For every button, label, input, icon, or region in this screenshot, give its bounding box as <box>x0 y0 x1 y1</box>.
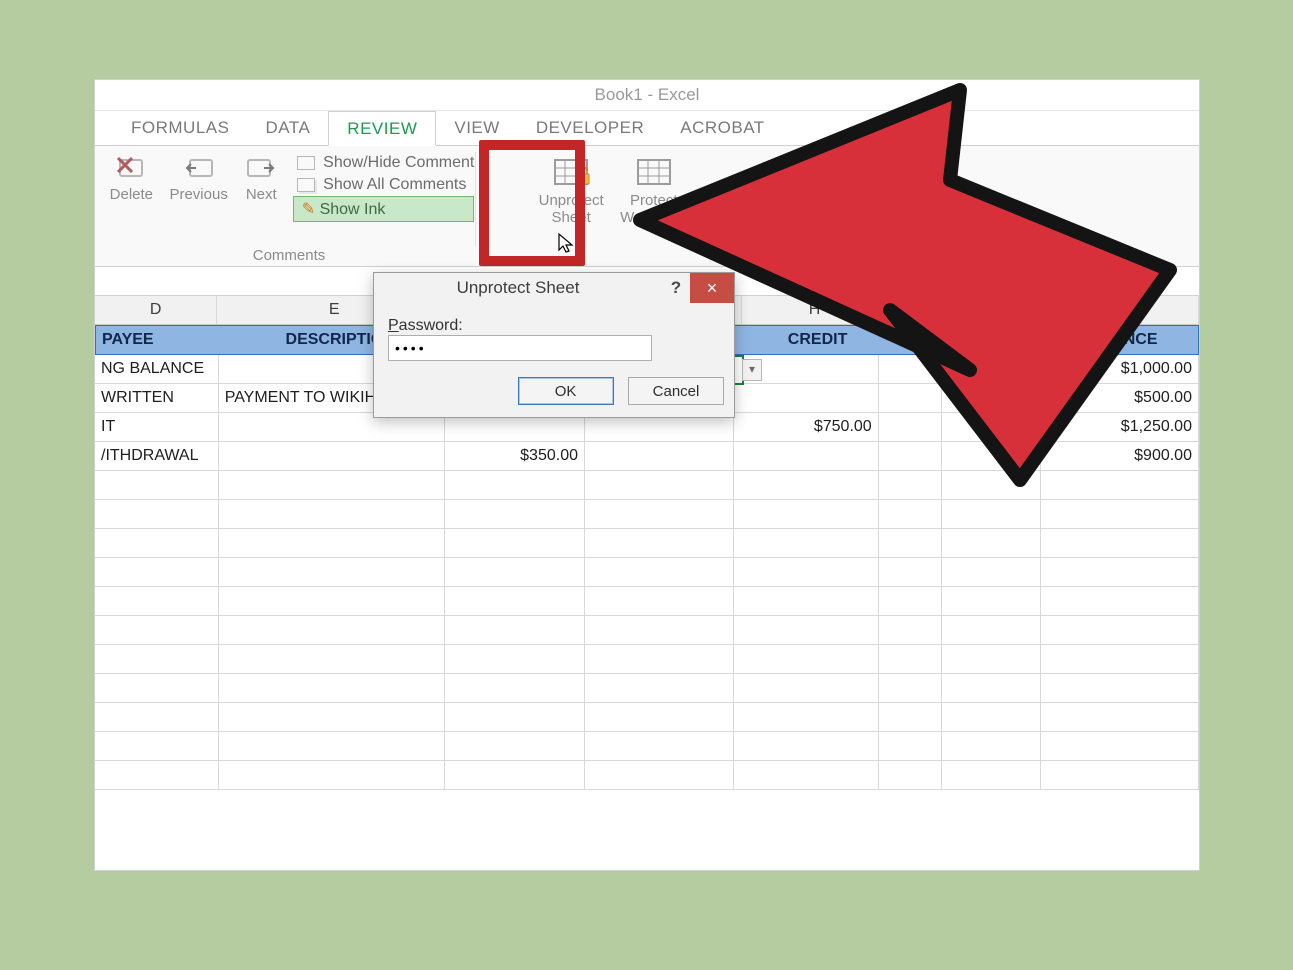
ribbon-group-changes: Unprotect Sheet Protect Workbook <box>483 152 743 246</box>
table-row[interactable] <box>95 587 1199 616</box>
cell[interactable]: /ITHDRAWAL <box>95 442 219 470</box>
password-label: PPassword:assword: <box>388 317 463 334</box>
protect-workbook-label-2: Workbook <box>620 209 687 226</box>
unprotect-sheet-label-2: Sheet <box>552 209 591 226</box>
cell[interactable]: NG BALANCE <box>95 355 219 383</box>
hdr-payee: PAYEE <box>96 326 223 354</box>
cell[interactable]: $750.00 <box>734 413 879 441</box>
ribbon: Delete Previous Next Show/Hide Comment S… <box>95 146 1199 267</box>
cell[interactable] <box>585 442 734 470</box>
cell[interactable]: $500.00 <box>1041 384 1199 412</box>
cell[interactable] <box>942 442 1041 470</box>
table-row[interactable]: /ITHDRAWAL $350.00 $900.00 <box>95 442 1199 471</box>
cell[interactable]: $1,250.00 <box>1041 413 1199 441</box>
next-comment-label: Next <box>246 186 277 203</box>
table-row[interactable] <box>95 703 1199 732</box>
tab-review[interactable]: REVIEW <box>328 111 436 146</box>
cell[interactable]: IT <box>95 413 219 441</box>
tab-data[interactable]: DATA <box>247 111 328 145</box>
cell[interactable] <box>734 384 879 412</box>
app-title: Book1 - Excel <box>95 80 1199 111</box>
table-row[interactable] <box>95 500 1199 529</box>
cell[interactable]: WRITTEN <box>95 384 219 412</box>
table-row[interactable] <box>95 645 1199 674</box>
protect-workbook-button[interactable]: Protect Workbook <box>614 152 693 228</box>
cell[interactable]: $350.00 <box>445 442 585 470</box>
dialog-titlebar[interactable]: Unprotect Sheet ? × <box>374 273 734 303</box>
excel-window: Book1 - Excel FORMULAS DATA REVIEW VIEW … <box>95 80 1199 870</box>
show-hide-comment-button[interactable]: Show/Hide Comment <box>293 152 475 174</box>
next-comment-icon <box>244 154 278 184</box>
next-comment-button[interactable]: Next <box>238 152 284 205</box>
cell[interactable] <box>734 442 879 470</box>
tab-developer[interactable]: DEVELOPER <box>518 111 662 145</box>
ribbon-group-comments: Delete Previous Next Show/Hide Comment S… <box>103 152 476 246</box>
col-header-D[interactable]: D <box>95 296 217 324</box>
cell[interactable] <box>942 413 1041 441</box>
previous-comment-icon <box>182 154 216 184</box>
table-row[interactable] <box>95 558 1199 587</box>
show-hide-comment-label: Show/Hide Comment <box>323 154 474 171</box>
table-row[interactable] <box>95 616 1199 645</box>
col-header-H[interactable]: H <box>742 296 887 324</box>
cell[interactable] <box>879 384 942 412</box>
col-header-J[interactable]: J <box>943 296 1038 324</box>
sheet-rows: NG BALANCE $1,000.00 WRITTEN PAYMENT TO … <box>95 355 1199 790</box>
unprotect-sheet-icon <box>549 154 593 190</box>
ok-button[interactable]: OK <box>518 377 614 405</box>
previous-comment-label: Previous <box>169 186 227 203</box>
hdr-income: INCOME <box>944 326 1038 354</box>
table-row[interactable] <box>95 761 1199 790</box>
show-all-comments-button[interactable]: Show All Comments <box>293 174 475 196</box>
dialog-help-button[interactable]: ? <box>662 278 690 298</box>
col-header-K[interactable]: K <box>1039 296 1199 324</box>
cell[interactable] <box>734 355 879 383</box>
tab-view[interactable]: VIEW <box>436 111 517 145</box>
protect-workbook-label-1: Protect <box>630 192 678 209</box>
cell[interactable]: $1,000.00 <box>1041 355 1199 383</box>
show-ink-label: Show Ink <box>320 201 386 218</box>
delete-comment-icon <box>114 154 148 184</box>
previous-comment-button[interactable]: Previous <box>163 152 233 205</box>
cell[interactable] <box>942 355 1041 383</box>
pen-icon: ✎ <box>302 201 315 218</box>
unprotect-sheet-label-1: Unprotect <box>539 192 604 209</box>
cell[interactable] <box>879 442 942 470</box>
password-input[interactable] <box>388 335 652 361</box>
col-header-I[interactable]: I <box>888 296 944 324</box>
show-hide-comment-icon <box>297 156 315 170</box>
tab-acrobat[interactable]: ACROBAT <box>662 111 782 145</box>
unprotect-sheet-button[interactable]: Unprotect Sheet <box>533 152 610 228</box>
protect-workbook-icon <box>632 154 676 190</box>
cancel-button[interactable]: Cancel <box>628 377 724 405</box>
show-all-comments-icon <box>297 178 315 192</box>
hdr-blank <box>890 326 945 354</box>
show-all-comments-label: Show All Comments <box>323 176 466 193</box>
cell[interactable] <box>879 413 942 441</box>
table-row[interactable] <box>95 674 1199 703</box>
cell[interactable]: $900.00 <box>1041 442 1199 470</box>
unprotect-sheet-dialog: Unprotect Sheet ? × PPassword:assword: O… <box>373 272 735 418</box>
tab-formulas[interactable]: FORMULAS <box>113 111 247 145</box>
comments-group-label: Comments <box>103 247 475 264</box>
dialog-close-button[interactable]: × <box>690 273 734 303</box>
table-row[interactable] <box>95 471 1199 500</box>
show-ink-button[interactable]: ✎ Show Ink <box>293 196 475 222</box>
hdr-credit: CREDIT <box>745 326 889 354</box>
dialog-title: Unprotect Sheet <box>374 278 662 298</box>
ribbon-tabs: FORMULAS DATA REVIEW VIEW DEVELOPER ACRO… <box>95 111 1199 146</box>
table-row[interactable] <box>95 732 1199 761</box>
table-row[interactable] <box>95 529 1199 558</box>
delete-comment-label: Delete <box>110 186 153 203</box>
hdr-balance: BALANCE <box>1039 326 1198 354</box>
cell[interactable] <box>942 384 1041 412</box>
delete-comment-button[interactable]: Delete <box>104 152 159 205</box>
cell[interactable] <box>219 442 445 470</box>
cell[interactable] <box>879 355 942 383</box>
